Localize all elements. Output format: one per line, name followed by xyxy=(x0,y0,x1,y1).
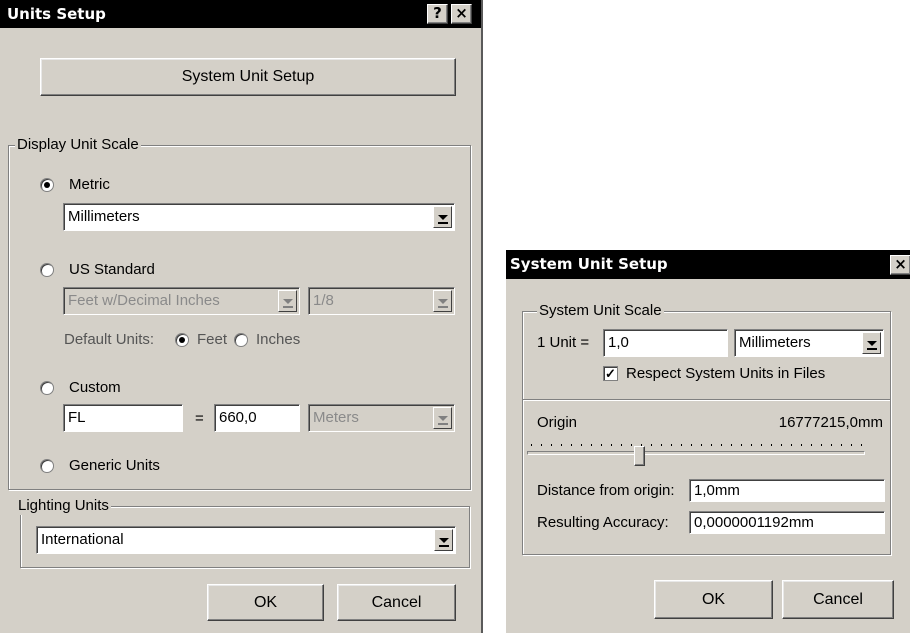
group-label: System Unit Scale xyxy=(537,302,664,320)
custom-radio[interactable] xyxy=(40,381,54,395)
accuracy-label: Resulting Accuracy: xyxy=(537,514,669,531)
origin-slider-thumb[interactable] xyxy=(633,446,645,466)
system-unit-scale-group: System Unit Scale 1 Unit = 1,0 Millimete… xyxy=(522,302,891,555)
ok-button[interactable]: OK xyxy=(207,584,324,621)
custom-label: Custom xyxy=(69,379,121,396)
unit-type-dropdown[interactable]: Millimeters xyxy=(734,329,884,357)
dropdown-value: Feet w/Decimal Inches xyxy=(68,292,220,309)
dropdown-value: International xyxy=(41,531,124,548)
origin-slider-track[interactable] xyxy=(527,451,865,455)
group-label: Display Unit Scale xyxy=(15,136,141,154)
us-fraction-dropdown[interactable]: 1/8 xyxy=(308,287,455,315)
title-bar: Units Setup ? × xyxy=(0,0,481,28)
dropdown-value: Millimeters xyxy=(68,208,140,225)
generic-units-radio[interactable] xyxy=(40,459,54,473)
checkmark-icon: ✓ xyxy=(605,366,616,381)
dropdown-value: Meters xyxy=(313,409,359,426)
cancel-button[interactable]: Cancel xyxy=(782,580,894,619)
help-button[interactable]: ? xyxy=(427,4,448,24)
chevron-down-icon[interactable] xyxy=(862,332,881,354)
default-units-label: Default Units: xyxy=(64,331,155,348)
dialog-title: System Unit Setup xyxy=(510,255,668,273)
dropdown-value: 1/8 xyxy=(313,292,334,309)
close-button[interactable]: × xyxy=(451,4,472,24)
title-bar: System Unit Setup × xyxy=(506,250,910,279)
system-unit-setup-dialog: System Unit Setup × System Unit Scale 1 … xyxy=(506,250,910,633)
metric-unit-dropdown[interactable]: Millimeters xyxy=(63,203,455,231)
origin-value: 16777215,0mm xyxy=(778,414,883,431)
us-standard-label: US Standard xyxy=(69,261,155,278)
accuracy-input: 0,0000001192mm xyxy=(689,511,885,534)
metric-label: Metric xyxy=(69,176,110,193)
chevron-down-icon[interactable] xyxy=(278,290,297,312)
group-label: Lighting Units xyxy=(16,497,111,515)
chevron-down-icon[interactable] xyxy=(433,407,452,429)
unit-label: 1 Unit = xyxy=(537,334,590,351)
dropdown-value: Millimeters xyxy=(739,334,811,351)
generic-units-label: Generic Units xyxy=(69,457,160,474)
custom-unit-dropdown[interactable]: Meters xyxy=(308,404,455,432)
distance-label: Distance from origin: xyxy=(537,482,675,499)
unit-value-input[interactable]: 1,0 xyxy=(603,329,728,357)
us-unit-dropdown[interactable]: Feet w/Decimal Inches xyxy=(63,287,300,315)
custom-name-input[interactable]: FL xyxy=(63,404,183,432)
us-standard-radio[interactable] xyxy=(40,263,54,277)
equals-label: = xyxy=(195,410,204,427)
respect-units-label: Respect System Units in Files xyxy=(626,365,826,382)
lighting-units-group: Lighting Units International xyxy=(16,497,470,568)
divider xyxy=(523,399,890,401)
dialog-title: Units Setup xyxy=(7,5,106,23)
chevron-down-icon[interactable] xyxy=(433,290,452,312)
close-button[interactable]: × xyxy=(890,255,910,275)
lighting-units-dropdown[interactable]: International xyxy=(36,526,456,554)
chevron-down-icon[interactable] xyxy=(433,206,452,228)
cancel-button[interactable]: Cancel xyxy=(337,584,456,621)
respect-units-checkbox[interactable]: ✓ xyxy=(603,366,618,381)
chevron-down-icon[interactable] xyxy=(434,529,453,551)
distance-input[interactable]: 1,0mm xyxy=(689,479,885,502)
inches-label: Inches xyxy=(256,331,301,348)
custom-value-input[interactable]: 660,0 xyxy=(214,404,300,432)
units-setup-dialog: Units Setup ? × System Unit Setup Displa… xyxy=(0,0,483,633)
slider-ticks xyxy=(531,444,865,446)
feet-label: Feet xyxy=(197,331,228,348)
system-unit-setup-button[interactable]: System Unit Setup xyxy=(40,58,456,96)
inches-radio[interactable] xyxy=(234,333,248,347)
display-unit-scale-group: Display Unit Scale Metric Millimeters US… xyxy=(8,136,471,490)
feet-radio[interactable] xyxy=(175,333,189,347)
metric-radio[interactable] xyxy=(40,178,54,192)
origin-label: Origin xyxy=(537,414,578,431)
ok-button[interactable]: OK xyxy=(654,580,773,619)
